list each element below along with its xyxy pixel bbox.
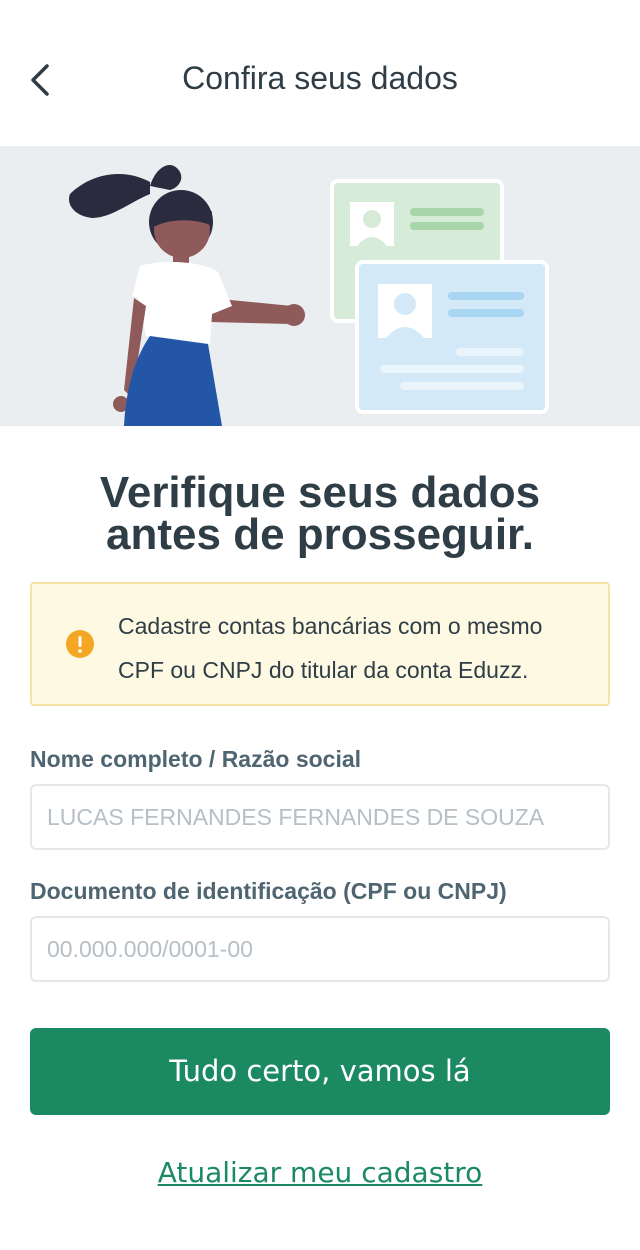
main-heading: Verifique seus dados antes de prosseguir… [40, 471, 600, 559]
document-input[interactable] [32, 918, 608, 980]
person-illustration [68, 164, 305, 426]
warning-icon [66, 630, 94, 658]
warning-alert: Cadastre contas bancárias com o mesmo CP… [30, 582, 610, 706]
id-card-front-illustration [355, 260, 549, 414]
document-field-container [30, 916, 610, 982]
document-label: Documento de identificação (CPF ou CNPJ) [30, 878, 507, 904]
name-input[interactable] [32, 786, 608, 848]
app-header: Confira seus dados [0, 0, 640, 146]
update-registration-link[interactable]: Atualizar meu cadastro [0, 1156, 640, 1189]
name-label: Nome completo / Razão social [30, 746, 362, 772]
page-title: Confira seus dados [182, 60, 458, 96]
confirm-button[interactable]: Tudo certo, vamos lá [30, 1028, 610, 1115]
hero-illustration [0, 146, 640, 426]
alert-message: Cadastre contas bancárias com o mesmo CP… [118, 613, 543, 683]
name-field-container [30, 784, 610, 850]
heading-line-2: antes de prosseguir. [106, 510, 534, 559]
